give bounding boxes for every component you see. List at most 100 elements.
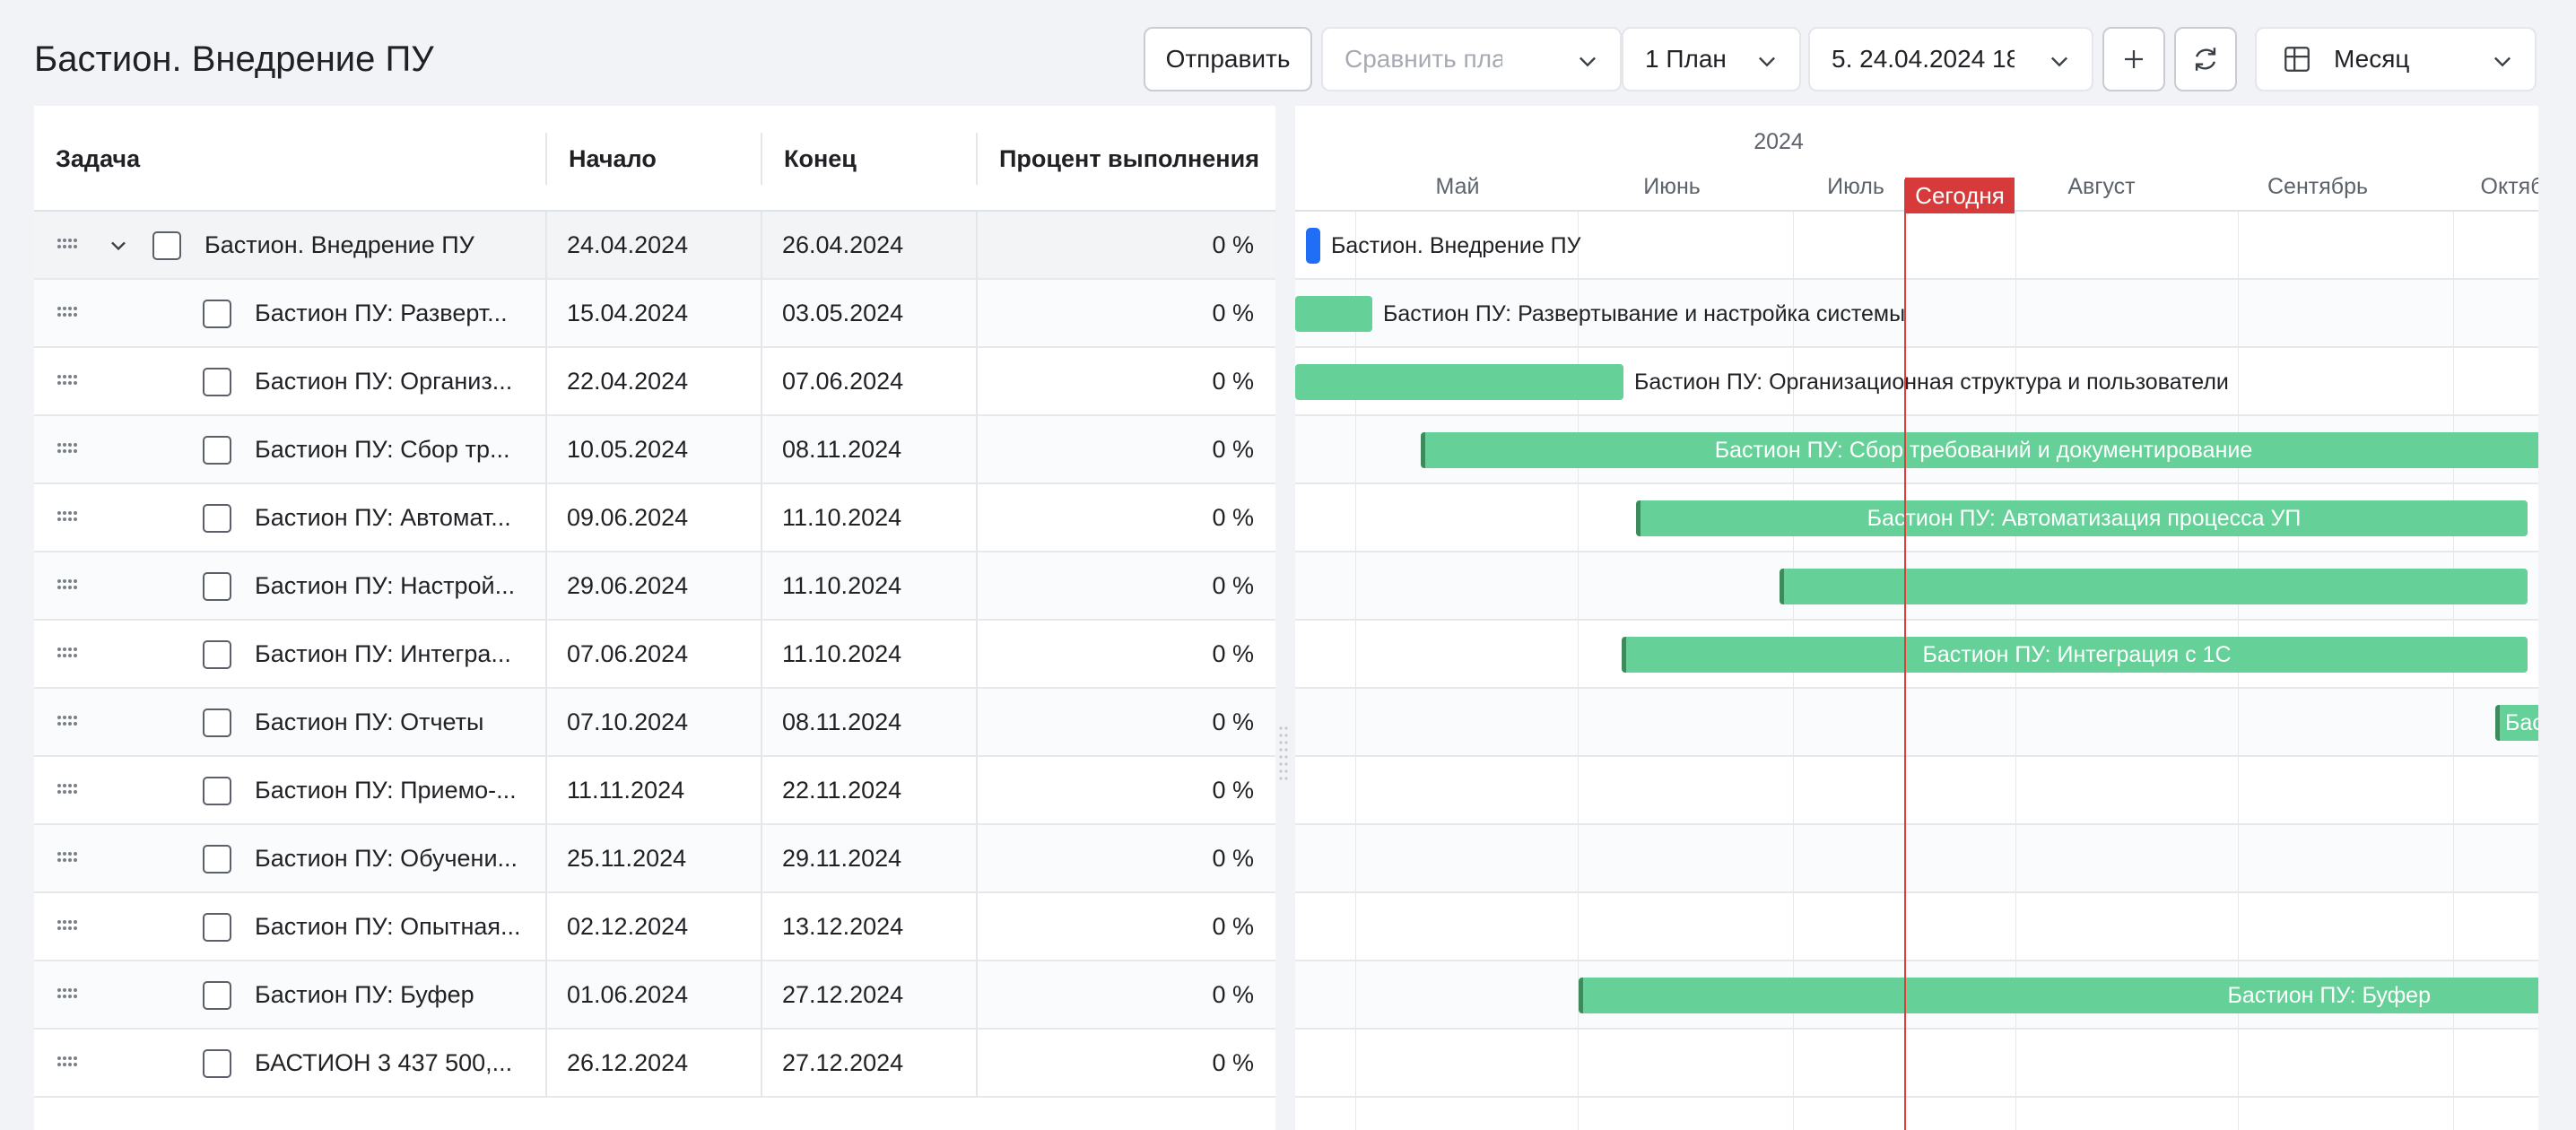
row-checkbox[interactable] [203, 708, 231, 737]
drag-handle-icon[interactable] [56, 850, 81, 868]
task-start-date: 09.06.2024 [545, 484, 761, 552]
task-bar-label: Бастион ПУ: Буфер [2227, 982, 2431, 1008]
task-bar[interactable]: Бастион ПУ: Отчеты [2495, 705, 2538, 741]
send-button-label: Отправить [1165, 45, 1291, 73]
pane-splitter-handle[interactable] [1277, 725, 1290, 782]
task-end-date: 07.06.2024 [761, 348, 976, 415]
timeline-month: Октябрь [2480, 174, 2538, 199]
task-bar-label: Бастион ПУ: Автоматизация процесса УП [1867, 505, 2302, 531]
chevron-down-icon [2494, 56, 2511, 67]
task-bar-label: Бастион ПУ: Интеграция с 1С [1922, 641, 2232, 667]
task-percent: 0 % [976, 757, 1275, 824]
row-checkbox[interactable] [203, 572, 231, 601]
task-percent: 0 % [976, 961, 1275, 1029]
task-name: Бастион ПУ: Буфер [255, 981, 474, 1008]
task-start-date: 29.06.2024 [545, 552, 761, 620]
drag-handle-icon[interactable] [56, 578, 81, 595]
row-checkbox[interactable] [203, 300, 231, 328]
chevron-down-icon[interactable] [106, 233, 131, 258]
task-bar[interactable]: Бастион ПУ: Сбор требований и документир… [1421, 432, 2538, 468]
row-checkbox[interactable] [203, 777, 231, 805]
task-name: Бастион ПУ: Автомат... [255, 504, 511, 531]
task-bar[interactable] [1780, 569, 2528, 604]
row-checkbox[interactable] [203, 504, 231, 533]
add-button[interactable] [2102, 27, 2165, 91]
task-name: Бастион ПУ: Приемо-... [255, 777, 517, 804]
timeline-month: Июль [1827, 174, 1884, 199]
summary-task-row[interactable]: Бастион. Внедрение ПУ 24.04.2024 26.04.202… [34, 212, 1275, 280]
task-percent: 0 % [976, 621, 1275, 688]
drag-handle-icon[interactable] [56, 237, 81, 255]
task-bar[interactable]: Бастион ПУ: Интеграция с 1С [1622, 637, 2528, 673]
today-marker-line [1904, 179, 1906, 1130]
task-end-date: 13.12.2024 [761, 893, 976, 960]
task-row[interactable]: Бастион ПУ: Интегра... 07.06.2024 11.10.20… [34, 621, 1275, 689]
drag-handle-icon[interactable] [56, 509, 81, 527]
task-row[interactable]: Бастион ПУ: Приемо-... 11.11.2024 22.11.20… [34, 757, 1275, 825]
column-header-percent[interactable]: Процент выполнения [978, 106, 1275, 212]
row-checkbox[interactable] [203, 436, 231, 465]
task-row[interactable]: Бастион ПУ: Настрой... 29.06.2024 11.10.20… [34, 552, 1275, 621]
task-end-date: 11.10.2024 [761, 484, 976, 552]
task-end-date: 27.12.2024 [761, 1030, 976, 1097]
row-checkbox[interactable] [203, 981, 231, 1010]
task-bar[interactable]: Бастион ПУ: Автоматизация процесса УП [1636, 500, 2528, 536]
task-percent: 0 % [976, 689, 1275, 756]
grid-icon [2284, 47, 2310, 72]
task-row[interactable]: Бастион ПУ: Сбор тр... 10.05.2024 08.11.20… [34, 416, 1275, 484]
task-row[interactable]: Бастион ПУ: Обучени... 25.11.2024 29.11.20… [34, 825, 1275, 893]
column-header-end[interactable]: Конец [762, 106, 976, 212]
column-header-start[interactable]: Начало [547, 106, 761, 212]
drag-handle-icon[interactable] [56, 1055, 81, 1073]
task-bar[interactable] [1295, 296, 1372, 332]
row-checkbox[interactable] [203, 640, 231, 669]
refresh-button[interactable] [2174, 27, 2237, 91]
row-checkbox[interactable] [203, 845, 231, 874]
task-start-date: 11.11.2024 [545, 757, 761, 824]
scale-select[interactable]: Месяц [2255, 27, 2537, 91]
drag-handle-icon[interactable] [56, 373, 81, 391]
task-name: Бастион ПУ: Интегра... [255, 640, 511, 667]
drag-handle-icon[interactable] [56, 782, 81, 800]
row-checkbox[interactable] [203, 913, 231, 942]
drag-handle-icon[interactable] [56, 714, 81, 732]
task-end-date: 11.10.2024 [761, 552, 976, 620]
drag-handle-icon[interactable] [56, 441, 81, 459]
month-divider [1355, 212, 1356, 1130]
refresh-icon [2195, 48, 2216, 71]
row-checkbox[interactable] [203, 368, 231, 396]
drag-handle-icon[interactable] [56, 918, 81, 936]
task-percent: 0 % [976, 348, 1275, 415]
task-row[interactable]: Бастион ПУ: Автомат... 09.06.2024 11.10.20… [34, 484, 1275, 552]
task-row[interactable]: Бастион ПУ: Разверт... 15.04.2024 03.05.20… [34, 280, 1275, 348]
column-header-task[interactable]: Задача [34, 106, 545, 212]
task-start-date: 02.12.2024 [545, 893, 761, 960]
timeline-month: Июнь [1643, 174, 1701, 199]
task-bar[interactable]: Бастион ПУ: Буфер [1579, 978, 2538, 1013]
task-bar[interactable] [1295, 364, 1623, 400]
task-percent: 0 % [976, 893, 1275, 960]
task-percent: 0 % [976, 212, 1275, 279]
grid-header: Задача Начало Конец Процент выполнения [34, 106, 1275, 212]
task-row[interactable]: Бастион ПУ: Организ... 22.04.2024 07.06.20… [34, 348, 1275, 416]
task-row[interactable]: Бастион ПУ: Отчеты 07.10.2024 08.11.2024 0 … [34, 689, 1275, 757]
task-name: Бастион ПУ: Обучени... [255, 845, 518, 872]
drag-handle-icon[interactable] [56, 646, 81, 664]
gantt-row [1295, 1030, 2538, 1098]
compare-plan-placeholder: Сравнить план [1345, 45, 1502, 73]
task-name: Бастион ПУ: Разверт... [255, 300, 508, 326]
send-button[interactable]: Отправить [1144, 27, 1312, 91]
row-checkbox[interactable] [152, 231, 181, 260]
plan-select[interactable]: 1 План [1622, 27, 1801, 91]
scale-select-value: Месяц [2334, 45, 2410, 73]
drag-handle-icon[interactable] [56, 305, 81, 323]
task-row[interactable]: Бастион ПУ: Опытная... 02.12.2024 13.12.20… [34, 893, 1275, 961]
row-checkbox[interactable] [203, 1049, 231, 1078]
summary-task-bar[interactable] [1306, 228, 1320, 264]
version-select[interactable]: 5. 24.04.2024 18:00 [1808, 27, 2093, 91]
task-row[interactable]: Бастион ПУ: Буфер 01.06.2024 27.12.2024 0 % [34, 961, 1275, 1030]
drag-handle-icon[interactable] [56, 987, 81, 1004]
compare-plan-select[interactable]: Сравнить план [1321, 27, 1622, 91]
timeline-month: Август [2067, 174, 2136, 199]
task-row[interactable]: БАСТИОН 3 437 500,... 26.12.2024 27.12.202… [34, 1030, 1275, 1098]
